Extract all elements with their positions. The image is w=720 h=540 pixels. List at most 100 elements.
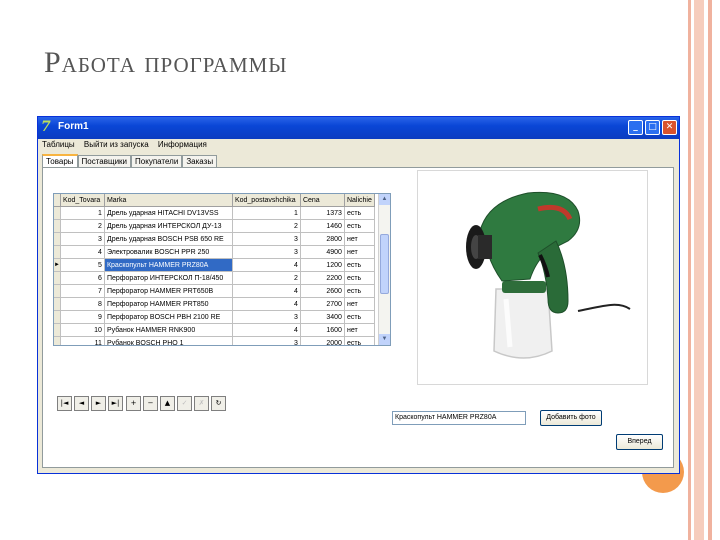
- table-cell[interactable]: 10: [60, 323, 105, 337]
- scroll-up-icon[interactable]: ▲: [379, 194, 390, 205]
- add-photo-button[interactable]: Добавить фото: [540, 410, 602, 426]
- title-bar[interactable]: 7 Form1 _ □ ✕: [38, 117, 679, 139]
- table-cell[interactable]: 2600: [300, 284, 345, 298]
- table-cell[interactable]: 6: [60, 271, 105, 285]
- column-header[interactable]: Cena: [300, 194, 345, 207]
- table-row[interactable]: 10 Рубанок HAMMER RNK900 4 1600 нет: [54, 323, 375, 337]
- table-cell[interactable]: 1: [232, 206, 301, 220]
- menu-item-tables[interactable]: Таблицы: [42, 140, 75, 149]
- table-row[interactable]: 9 Перфоратор BOSCH PBH 2100 RE 3 3400 есть: [54, 310, 375, 324]
- table-cell[interactable]: 1600: [300, 323, 345, 337]
- first-button[interactable]: |◄: [57, 396, 72, 411]
- close-button[interactable]: ✕: [662, 120, 677, 135]
- table-cell[interactable]: Перфоратор HAMMER PRT850: [104, 297, 233, 311]
- scroll-down-icon[interactable]: ▼: [379, 334, 390, 345]
- table-cell[interactable]: Краскопульт HAMMER PRZ80A: [104, 258, 233, 272]
- table-cell[interactable]: нет: [344, 232, 375, 246]
- table-cell[interactable]: 9: [60, 310, 105, 324]
- menu-item-exit[interactable]: Выйти из запуска: [84, 140, 149, 149]
- table-cell[interactable]: Дрель ударная BOSCH PSB 650 RE: [104, 232, 233, 246]
- table-cell[interactable]: 3: [232, 232, 301, 246]
- table-row[interactable]: ► 5 Краскопульт HAMMER PRZ80A 4 1200 есть: [54, 258, 375, 272]
- table-cell[interactable]: 7: [60, 284, 105, 298]
- table-cell[interactable]: есть: [344, 271, 375, 285]
- table-cell[interactable]: 3: [60, 232, 105, 246]
- next-button[interactable]: ►: [91, 396, 106, 411]
- table-cell[interactable]: Рубанок HAMMER RNK900: [104, 323, 233, 337]
- table-row[interactable]: 4 Электровалик BOSCH PPR 250 3 4900 нет: [54, 245, 375, 259]
- table-cell[interactable]: 4: [232, 258, 301, 272]
- column-header[interactable]: Marka: [104, 194, 233, 207]
- table-cell[interactable]: 2000: [300, 336, 345, 345]
- table-cell[interactable]: 2: [232, 271, 301, 285]
- table-cell[interactable]: 2: [60, 219, 105, 233]
- table-cell[interactable]: нет: [344, 245, 375, 259]
- column-header[interactable]: Nalichie: [344, 194, 375, 207]
- table-cell[interactable]: 1200: [300, 258, 345, 272]
- tab-suppliers[interactable]: Поставщики: [77, 155, 132, 167]
- table-cell[interactable]: 4: [232, 284, 301, 298]
- table-cell[interactable]: 3: [232, 310, 301, 324]
- table-cell[interactable]: есть: [344, 310, 375, 324]
- data-grid[interactable]: Kod_Tovara Marka Kod_postavshchika Cena …: [53, 193, 391, 346]
- grid-vertical-scrollbar[interactable]: ▲ ▼: [378, 194, 390, 345]
- tab-orders[interactable]: Заказы: [182, 155, 218, 167]
- table-row[interactable]: 2 Дрель ударная ИНТЕРСКОЛ ДУ-13 2 1460 есть: [54, 219, 375, 233]
- table-cell[interactable]: 4: [60, 245, 105, 259]
- table-cell[interactable]: 4900: [300, 245, 345, 259]
- scroll-thumb[interactable]: [380, 234, 389, 294]
- table-row[interactable]: 11 Рубанок BOSCH PHO 1 3 2000 есть: [54, 336, 375, 345]
- table-row[interactable]: 1 Дрель ударная HITACHI DV13VSS 1 1373 есть: [54, 206, 375, 220]
- refresh-button[interactable]: ↻: [211, 396, 226, 411]
- minimize-button[interactable]: _: [628, 120, 643, 135]
- table-cell[interactable]: 1373: [300, 206, 345, 220]
- table-cell[interactable]: 4: [232, 297, 301, 311]
- menu-item-info[interactable]: Информация: [158, 140, 207, 149]
- table-row[interactable]: 6 Перфоратор ИНТЕРСКОЛ П-18/450 2 2200 есть: [54, 271, 375, 285]
- table-cell[interactable]: 8: [60, 297, 105, 311]
- column-header[interactable]: Kod_Tovara: [60, 194, 105, 207]
- tab-customers[interactable]: Покупатели: [131, 155, 183, 167]
- table-cell[interactable]: 2700: [300, 297, 345, 311]
- table-cell[interactable]: есть: [344, 206, 375, 220]
- table-cell[interactable]: 2800: [300, 232, 345, 246]
- edit-button[interactable]: ▲: [160, 396, 175, 411]
- table-row[interactable]: 8 Перфоратор HAMMER PRT850 4 2700 нет: [54, 297, 375, 311]
- table-cell[interactable]: 3400: [300, 310, 345, 324]
- table-cell[interactable]: нет: [344, 297, 375, 311]
- table-cell[interactable]: 5: [60, 258, 105, 272]
- table-row[interactable]: 7 Перфоратор HAMMER PRT650B 4 2600 есть: [54, 284, 375, 298]
- prior-button[interactable]: ◄: [74, 396, 89, 411]
- table-cell[interactable]: есть: [344, 284, 375, 298]
- table-cell[interactable]: Рубанок BOSCH PHO 1: [104, 336, 233, 345]
- delete-button[interactable]: −: [143, 396, 158, 411]
- table-cell[interactable]: есть: [344, 258, 375, 272]
- last-button[interactable]: ►|: [108, 396, 123, 411]
- column-header[interactable]: Kod_postavshchika: [232, 194, 301, 207]
- table-cell[interactable]: Перфоратор BOSCH PBH 2100 RE: [104, 310, 233, 324]
- table-cell[interactable]: 2: [232, 219, 301, 233]
- table-cell[interactable]: 3: [232, 336, 301, 345]
- maximize-button[interactable]: □: [645, 120, 660, 135]
- cancel-button[interactable]: ✗: [194, 396, 209, 411]
- table-cell[interactable]: Перфоратор ИНТЕРСКОЛ П-18/450: [104, 271, 233, 285]
- tab-goods[interactable]: Товары: [42, 154, 78, 168]
- table-cell[interactable]: Дрель ударная HITACHI DV13VSS: [104, 206, 233, 220]
- table-cell[interactable]: 2200: [300, 271, 345, 285]
- table-cell[interactable]: 1: [60, 206, 105, 220]
- table-row[interactable]: 3 Дрель ударная BOSCH PSB 650 RE 3 2800 нет: [54, 232, 375, 246]
- table-cell[interactable]: есть: [344, 336, 375, 345]
- table-cell[interactable]: 4: [232, 323, 301, 337]
- table-cell[interactable]: Дрель ударная ИНТЕРСКОЛ ДУ-13: [104, 219, 233, 233]
- table-cell[interactable]: Перфоратор HAMMER PRT650B: [104, 284, 233, 298]
- post-button[interactable]: ✓: [177, 396, 192, 411]
- insert-button[interactable]: +: [126, 396, 141, 411]
- product-name-field[interactable]: Краскопульт HAMMER PRZ80A: [392, 411, 526, 425]
- table-cell[interactable]: 3: [232, 245, 301, 259]
- table-cell[interactable]: 11: [60, 336, 105, 345]
- table-cell[interactable]: нет: [344, 323, 375, 337]
- next-button[interactable]: Вперед: [616, 434, 663, 450]
- table-cell[interactable]: Электровалик BOSCH PPR 250: [104, 245, 233, 259]
- table-cell[interactable]: 1460: [300, 219, 345, 233]
- table-cell[interactable]: есть: [344, 219, 375, 233]
